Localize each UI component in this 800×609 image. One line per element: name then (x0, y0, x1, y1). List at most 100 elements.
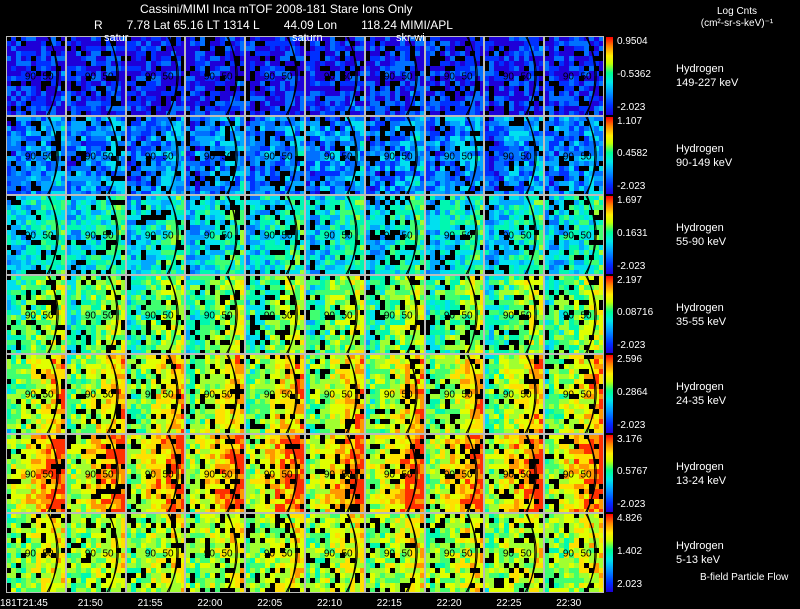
spectrogram-panel: 90 50 (424, 274, 484, 353)
pitch-angle-label: 90 (25, 71, 37, 82)
colorbar-min-label: -2.023 (617, 260, 646, 272)
pitch-angle-label: 50 (42, 389, 54, 400)
pitch-angle-label: 50 (581, 310, 593, 321)
pitch-angle-label: 50 (42, 310, 54, 321)
spectrogram-panel: 90 50 (185, 433, 245, 512)
pitch-angle-label: 90 (204, 151, 216, 162)
colorbar (606, 196, 613, 274)
pitch-angle-label: 90 (264, 548, 276, 559)
spectrogram-panel: 90 50 (424, 513, 484, 592)
pitch-angle-label: 90 (144, 389, 156, 400)
energy-range: 24-35 keV (676, 395, 727, 407)
pitch-angle-label: 90 (503, 230, 515, 241)
spectrogram-panel: 90 50 (305, 274, 364, 353)
pitch-angle-label: 90 (563, 469, 575, 480)
spectrogram-panel: 90 50 (125, 36, 185, 115)
pitch-angle-label: 90 (144, 310, 156, 321)
species-label: Hydrogen 90-149 keV (676, 142, 732, 170)
pitch-angle-label: 50 (581, 230, 593, 241)
spectrogram-panel: 90 50 (484, 195, 544, 274)
time-tick-label: 22:05 (257, 598, 283, 609)
spectrogram-panel: 90 50 (484, 274, 544, 353)
pitch-angle-label: 90 (443, 151, 455, 162)
pitch-angle-label: 50 (521, 469, 533, 480)
species-label: Hydrogen 24-35 keV (676, 380, 726, 408)
spectrogram-panel: 90 50 (125, 195, 185, 274)
spectrogram-panel: 90 50 (245, 195, 304, 274)
time-tick-label: 22:15 (376, 598, 402, 609)
pitch-angle-label: 50 (102, 151, 114, 162)
pitch-angle-label: 90 (25, 389, 37, 400)
pitch-angle-label: 90 (25, 548, 37, 559)
pitch-angle-label: 50 (341, 71, 353, 82)
energy-range: 90-149 keV (676, 156, 733, 169)
spectrogram-panel: 90 50 (6, 513, 65, 592)
spectrogram-panel: 90 50 (6, 195, 65, 274)
colorbar-min-label: -2.023 (617, 499, 646, 510)
pitch-angle-label: 50 (521, 151, 533, 162)
spectrogram-panel: 90 50 (125, 274, 185, 353)
pitch-angle-label: 90 (204, 310, 216, 321)
pitch-angle-label: 50 (581, 389, 593, 400)
pitch-angle-label: 90 (85, 230, 97, 241)
spectrogram-panel: 90 50 (65, 433, 125, 512)
energy-range: 149-227 keV (676, 77, 739, 89)
pitch-angle-label: 50 (341, 548, 353, 559)
pitch-angle-label: 90 (204, 469, 216, 480)
pitch-angle-label: 50 (162, 230, 174, 241)
pitch-angle-label: 90 (144, 548, 156, 559)
plot-title: Cassini/MIMI Inca mTOF 2008-181 Stare Io… (140, 2, 413, 16)
pitch-angle-label: 90 (563, 71, 575, 82)
spectrogram-panel: 90 50 (544, 513, 603, 592)
spectrogram-panel: 90 50 (544, 274, 603, 353)
colorbar-mid-label: -0.5362 (617, 68, 651, 80)
colorbar-units-line2: (cm²-sr-s-keV)⁻¹ (700, 18, 774, 29)
spectrogram-panel: 90 50 (484, 513, 544, 592)
pitch-angle-label: 50 (282, 469, 294, 480)
spectrogram-panel: 90 50 (305, 354, 364, 433)
spectrogram-panel: 90 50 (364, 195, 424, 274)
spectrogram-panel: 90 50 (185, 513, 245, 592)
pitch-angle-label: 50 (222, 389, 234, 400)
pitch-angle-label: 50 (461, 230, 473, 241)
spectrogram-panel: 90 50 (484, 115, 544, 194)
pitch-angle-label: 50 (461, 389, 473, 400)
spectrogram-panel: 90 50 (185, 36, 245, 115)
pitch-angle-label: 90 (563, 230, 575, 241)
spectrogram-panel: 90 50 (544, 433, 603, 512)
species-name: Hydrogen (676, 381, 724, 393)
pitch-angle-label: 90 (204, 548, 216, 559)
pitch-angle-label: 50 (401, 548, 413, 559)
pitch-angle-label: 50 (102, 71, 114, 82)
spectrogram-panel: 90 50 (364, 354, 424, 433)
time-tick-label: 22:25 (496, 598, 522, 609)
pitch-angle-label: 90 (503, 310, 515, 321)
colorbar (606, 116, 613, 194)
pitch-angle-label: 50 (42, 469, 54, 480)
colorbar (606, 37, 613, 115)
species-label: Hydrogen 5-13 keV (676, 539, 724, 567)
spectrogram-panel: 90 50 (6, 354, 65, 433)
pitch-angle-label: 90 (443, 310, 455, 321)
pitch-angle-label: 90 (25, 310, 37, 321)
pitch-angle-label: 90 (384, 230, 396, 241)
pitch-angle-label: 90 (144, 230, 156, 241)
pitch-angle-label: 50 (282, 389, 294, 400)
pitch-angle-label: 90 (443, 469, 455, 480)
spectrogram-panel: 90 50 (125, 433, 185, 512)
ephemeris-field: 44.09 Lon (283, 18, 338, 32)
pitch-angle-label: 50 (341, 230, 353, 241)
pitch-angle-label: 50 (282, 71, 294, 82)
colorbar-min-label: -2.023 (617, 340, 646, 351)
pitch-angle-label: 90 (85, 389, 97, 400)
pitch-angle-label: 90 (384, 310, 396, 321)
pitch-angle-label: 90 (264, 151, 276, 162)
time-tick-label: 22:00 (197, 598, 223, 609)
pitch-angle-label: 50 (42, 151, 54, 162)
colorbar-mid-label: 0.5767 (617, 466, 648, 478)
spectrogram-panel: 90 50 (65, 195, 125, 274)
pitch-angle-label: 90 (25, 469, 37, 480)
pitch-angle-label: 50 (162, 548, 174, 559)
pitch-angle-label: 50 (401, 310, 413, 321)
pitch-angle-label: 90 (324, 151, 336, 162)
